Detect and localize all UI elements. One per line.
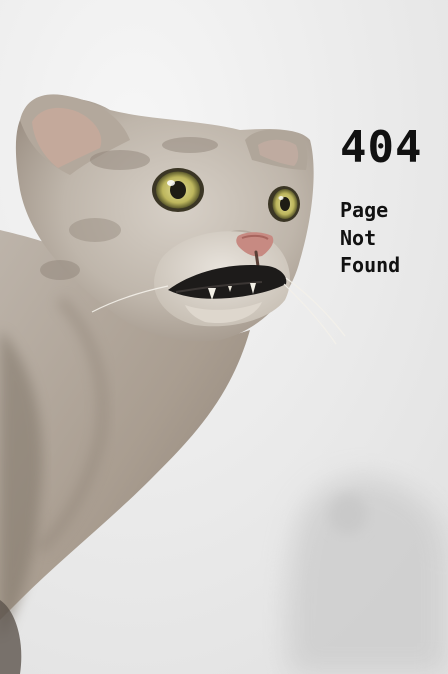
error-page: 404 Page Not Found [0, 0, 448, 674]
taxidermy-cat-icon [0, 0, 448, 674]
error-message: Page Not Found [340, 198, 401, 277]
error-code: 404 [340, 122, 423, 173]
